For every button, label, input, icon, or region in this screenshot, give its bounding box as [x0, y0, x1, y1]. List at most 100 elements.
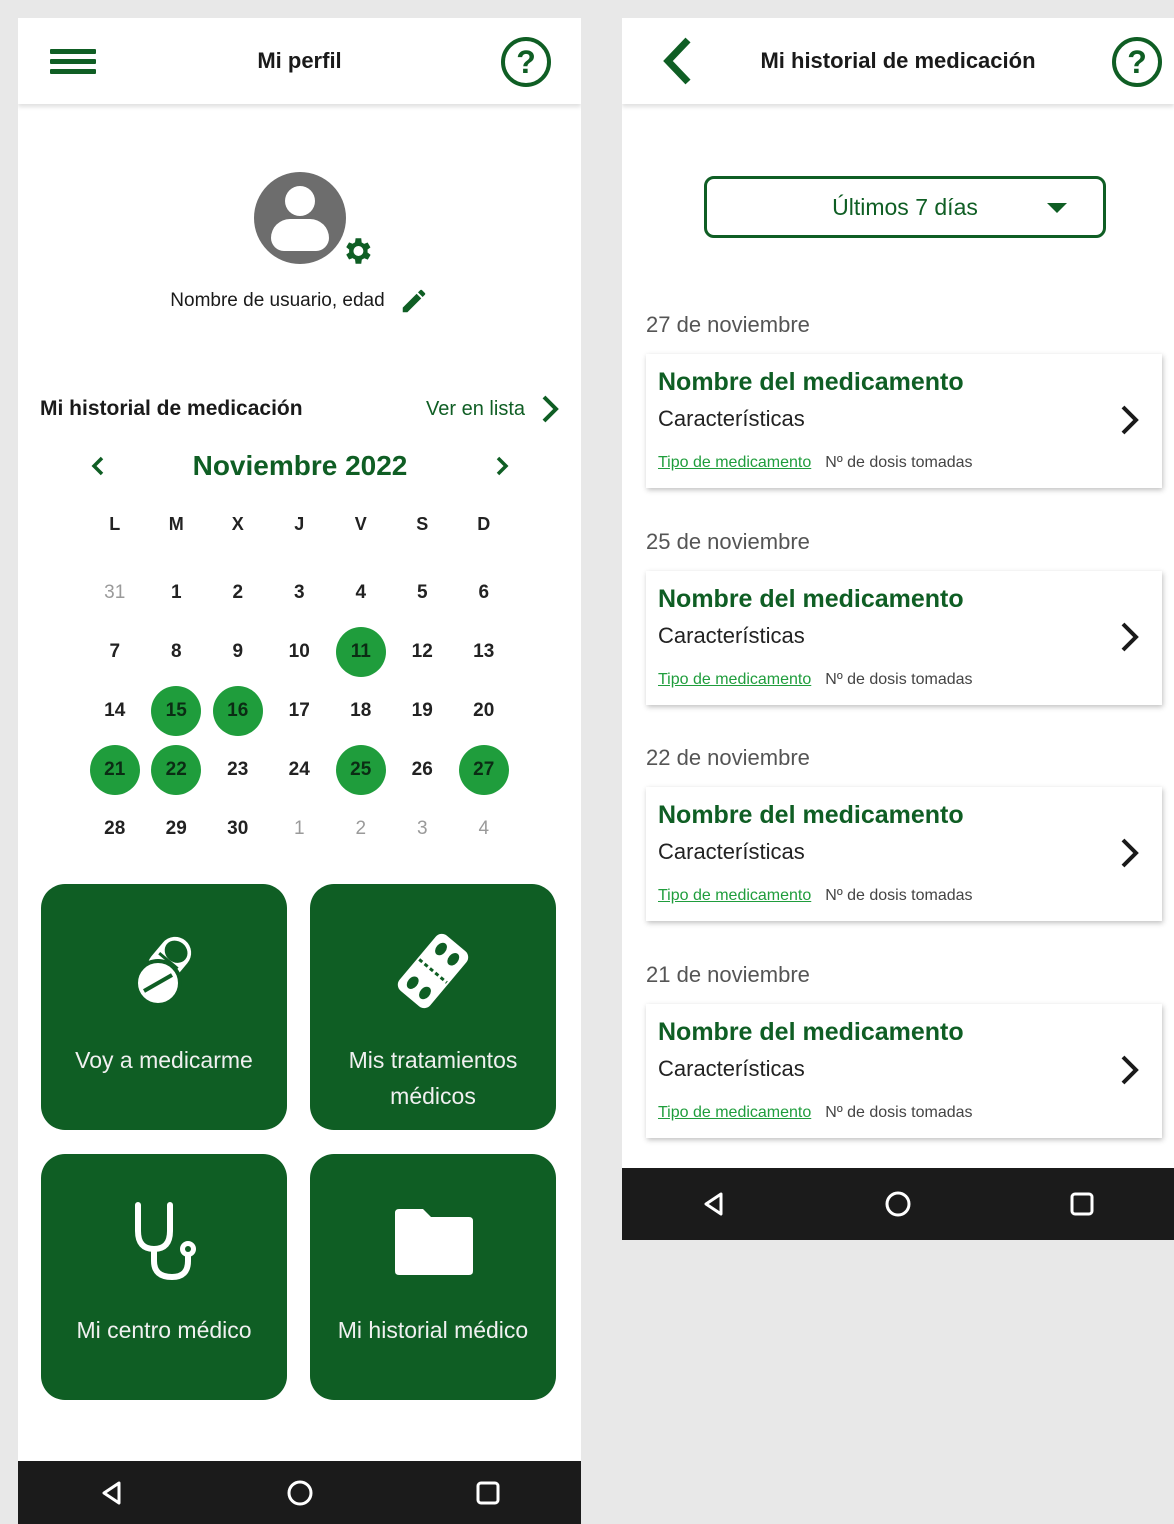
calendar-day[interactable]: 18 — [330, 681, 392, 740]
calendar-day[interactable]: 12 — [392, 622, 454, 681]
back-triangle-icon[interactable] — [99, 1480, 125, 1506]
calendar-day[interactable]: 3 — [269, 563, 331, 622]
help-button[interactable]: ? — [501, 37, 555, 91]
calendar-day-number: 10 — [288, 640, 310, 662]
medication-meta: Tipo de medicamento Nº de dosis tomadas — [658, 454, 973, 472]
chevron-left-icon[interactable] — [90, 455, 106, 477]
calendar-day-number: 17 — [288, 699, 310, 721]
pills-icon — [134, 936, 192, 1007]
recents-square-icon[interactable] — [1069, 1191, 1095, 1217]
calendar-day-medicated[interactable]: 21 — [84, 740, 146, 799]
calendar-day-number: 20 — [473, 699, 495, 721]
medication-card[interactable]: Nombre del medicamento Características Tip… — [646, 787, 1162, 921]
gear-icon[interactable] — [340, 234, 374, 268]
calendar-day-medicated[interactable]: 22 — [146, 740, 208, 799]
take-medication-tile[interactable]: Voy a medicarme — [41, 884, 287, 1130]
medication-card[interactable]: Nombre del medicamento Características Tip… — [646, 1003, 1162, 1138]
back-triangle-icon[interactable] — [701, 1191, 727, 1217]
back-button[interactable] — [652, 37, 702, 85]
calendar-day[interactable]: 5 — [392, 563, 454, 622]
medical-center-tile[interactable]: Mi centro médico — [41, 1154, 287, 1400]
calendar-day-number: 29 — [165, 817, 187, 839]
page-title: Mi perfil — [257, 48, 342, 73]
calendar-day-medicated[interactable]: 25 — [330, 740, 392, 799]
calendar-day[interactable]: 13 — [453, 622, 515, 681]
calendar-day-number: 6 — [478, 581, 490, 603]
avatar[interactable] — [254, 172, 371, 272]
history-app-bar: Mi historial de medicación ? — [622, 18, 1174, 104]
calendar-day[interactable]: 7 — [84, 622, 146, 681]
calendar-day[interactable]: 1 — [269, 799, 331, 858]
question-circle-icon: ? — [501, 37, 551, 87]
calendar-day[interactable]: 8 — [146, 622, 208, 681]
calendar-day-number: 25 — [335, 744, 386, 795]
help-button[interactable]: ? — [1112, 37, 1166, 91]
medication-characteristics: Características — [658, 622, 805, 648]
calendar-day[interactable]: 9 — [207, 622, 269, 681]
recents-square-icon[interactable] — [475, 1480, 501, 1506]
calendar-day-medicated[interactable]: 16 — [207, 681, 269, 740]
calendar-day-medicated[interactable]: 15 — [146, 681, 208, 740]
question-circle-icon: ? — [1112, 37, 1162, 87]
calendar-day[interactable]: 30 — [207, 799, 269, 858]
calendar-day-number: 8 — [170, 640, 182, 662]
calendar-day-medicated[interactable]: 27 — [453, 740, 515, 799]
folder-icon — [395, 1209, 473, 1275]
medication-type-link[interactable]: Tipo de medicamento — [658, 1104, 811, 1122]
section-title: Mi historial de medicación — [40, 397, 303, 420]
view-list-link[interactable]: Ver en lista — [426, 394, 559, 424]
home-circle-icon[interactable] — [286, 1479, 314, 1507]
calendar-day[interactable]: 28 — [84, 799, 146, 858]
calendar-day[interactable]: 19 — [392, 681, 454, 740]
calendar-day[interactable]: 20 — [453, 681, 515, 740]
medication-characteristics: Características — [658, 1055, 805, 1081]
calendar-day-number: 11 — [335, 626, 386, 677]
medication-type-link[interactable]: Tipo de medicamento — [658, 454, 811, 472]
medication-card[interactable]: Nombre del medicamento Características Tip… — [646, 354, 1162, 488]
chevron-right-icon[interactable] — [494, 455, 510, 477]
medication-name: Nombre del medicamento — [658, 1017, 964, 1046]
calendar-day[interactable]: 24 — [269, 740, 331, 799]
medication-meta: Tipo de medicamento Nº de dosis tomadas — [658, 671, 973, 689]
calendar-day[interactable]: 26 — [392, 740, 454, 799]
calendar-day[interactable]: 29 — [146, 799, 208, 858]
calendar-grid: L M X J V S D 31 1 2 3 4 5 6 7 8 9 10 11 12 13 14 15 16 17 18 19 20… — [84, 504, 516, 858]
page-title: Mi historial de medicación — [760, 48, 1036, 73]
medication-card[interactable]: Nombre del medicamento Características Tip… — [646, 570, 1162, 705]
calendar-day[interactable]: 23 — [207, 740, 269, 799]
date-range-dropdown[interactable]: Últimos 7 días — [704, 176, 1106, 238]
calendar-day-number: 14 — [104, 699, 126, 721]
calendar-day-medicated[interactable]: 11 — [330, 622, 392, 681]
calendar-day-number: 1 — [170, 581, 182, 603]
medical-history-tile[interactable]: Mi historial médico — [310, 1154, 556, 1400]
calendar-day[interactable]: 2 — [207, 563, 269, 622]
calendar-day[interactable]: 3 — [392, 799, 454, 858]
calendar-day-number: 26 — [411, 758, 433, 780]
weekday-label: D — [477, 513, 491, 534]
chevron-right-icon — [1121, 1055, 1139, 1084]
calendar-day[interactable]: 4 — [453, 799, 515, 858]
doses-taken-label: Nº de dosis tomadas — [825, 670, 973, 688]
calendar-day[interactable]: 31 — [84, 563, 146, 622]
calendar-day[interactable]: 1 — [146, 563, 208, 622]
calendar-day-number: 15 — [151, 685, 202, 736]
hamburger-menu-icon[interactable] — [48, 38, 98, 84]
medical-treatments-tile[interactable]: Mis tratamientos médicos — [310, 884, 556, 1130]
calendar-day[interactable]: 14 — [84, 681, 146, 740]
calendar-day[interactable]: 10 — [269, 622, 331, 681]
calendar-day[interactable]: 2 — [330, 799, 392, 858]
tile-label: Mi centro médico — [76, 1317, 252, 1343]
home-circle-icon[interactable] — [884, 1190, 912, 1218]
pencil-icon[interactable] — [399, 286, 429, 316]
entry-date-label: 22 de noviembre — [646, 745, 810, 770]
calendar-day-number: 12 — [411, 640, 433, 662]
calendar-day[interactable]: 4 — [330, 563, 392, 622]
medication-history-header: Mi historial de medicación Ver en lista — [40, 394, 559, 424]
medication-type-link[interactable]: Tipo de medicamento — [658, 887, 811, 905]
calendar-day-number: 23 — [227, 758, 249, 780]
calendar-day[interactable]: 17 — [269, 681, 331, 740]
calendar-day[interactable]: 6 — [453, 563, 515, 622]
medication-type-link[interactable]: Tipo de medicamento — [658, 671, 811, 689]
calendar-day-number: 13 — [473, 640, 495, 662]
calendar-day-number: 2 — [355, 817, 367, 839]
